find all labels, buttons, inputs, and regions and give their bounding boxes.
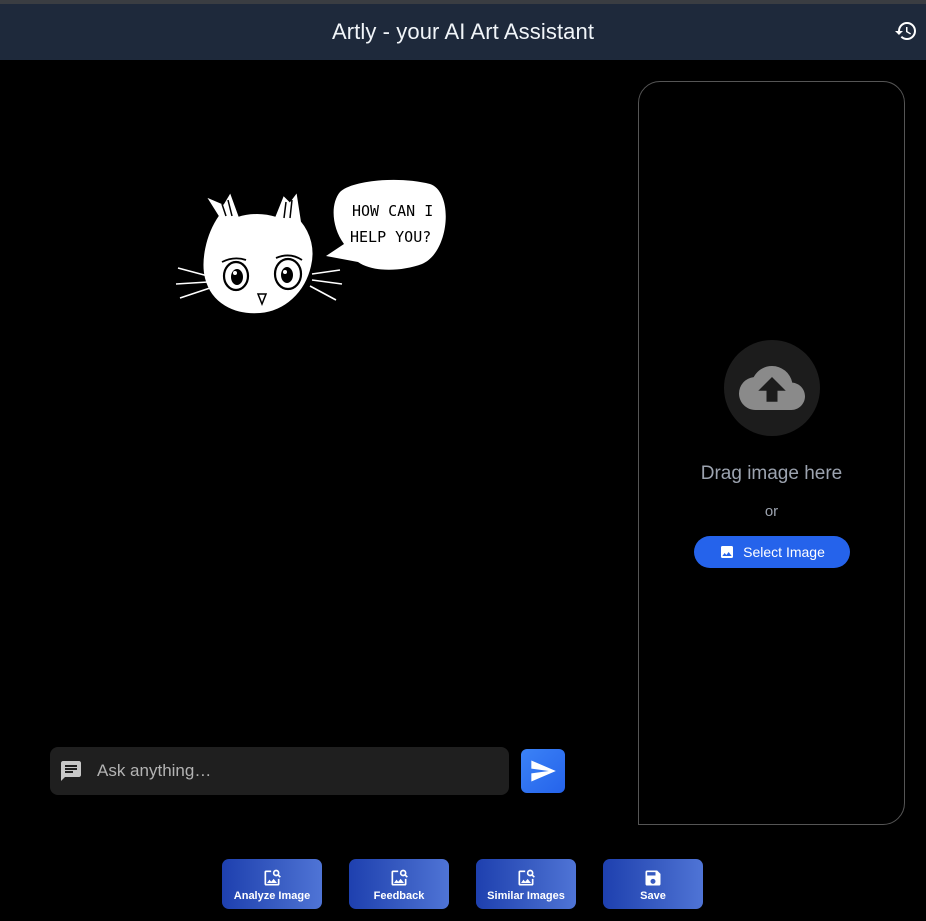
action-bar: Analyze Image Feedback Similar Images Sa…	[0, 859, 926, 909]
history-icon	[895, 22, 916, 41]
send-icon	[531, 760, 556, 782]
image-search-icon	[389, 868, 409, 888]
analyze-image-button[interactable]: Analyze Image	[222, 859, 322, 909]
select-image-button[interactable]: Select Image	[694, 536, 850, 568]
image-icon	[721, 546, 734, 558]
drag-image-text: Drag image here	[700, 463, 843, 484]
send-button[interactable]	[521, 749, 565, 793]
similar-images-label: Similar Images	[487, 890, 565, 902]
save-label: Save	[640, 890, 666, 902]
image-search-icon	[516, 868, 536, 888]
upload-icon-circle	[724, 340, 820, 436]
save-button[interactable]: Save	[603, 859, 703, 909]
app-header: Artly - your AI Art Assistant	[0, 4, 926, 60]
app-title: Artly - your AI Art Assistant	[331, 19, 595, 44]
save-icon	[643, 868, 663, 888]
cloud-upload-icon	[739, 366, 805, 410]
cat-mascot-illustration: HOW CAN I HELP YOU?	[175, 179, 446, 314]
image-drop-zone[interactable]	[638, 81, 905, 825]
image-search-icon	[262, 868, 282, 888]
chat-icon	[59, 759, 83, 783]
chat-input-bar	[50, 747, 509, 795]
chat-input[interactable]	[95, 760, 497, 782]
speech-line-1: HOW CAN I	[352, 202, 433, 220]
analyze-image-label: Analyze Image	[233, 890, 311, 902]
history-button[interactable]	[894, 19, 918, 43]
or-separator: or	[764, 503, 779, 520]
select-image-label: Select Image	[743, 544, 825, 560]
feedback-label: Feedback	[373, 890, 425, 902]
similar-images-button[interactable]: Similar Images	[476, 859, 576, 909]
feedback-button[interactable]: Feedback	[349, 859, 449, 909]
speech-line-2: HELP YOU?	[350, 228, 431, 246]
